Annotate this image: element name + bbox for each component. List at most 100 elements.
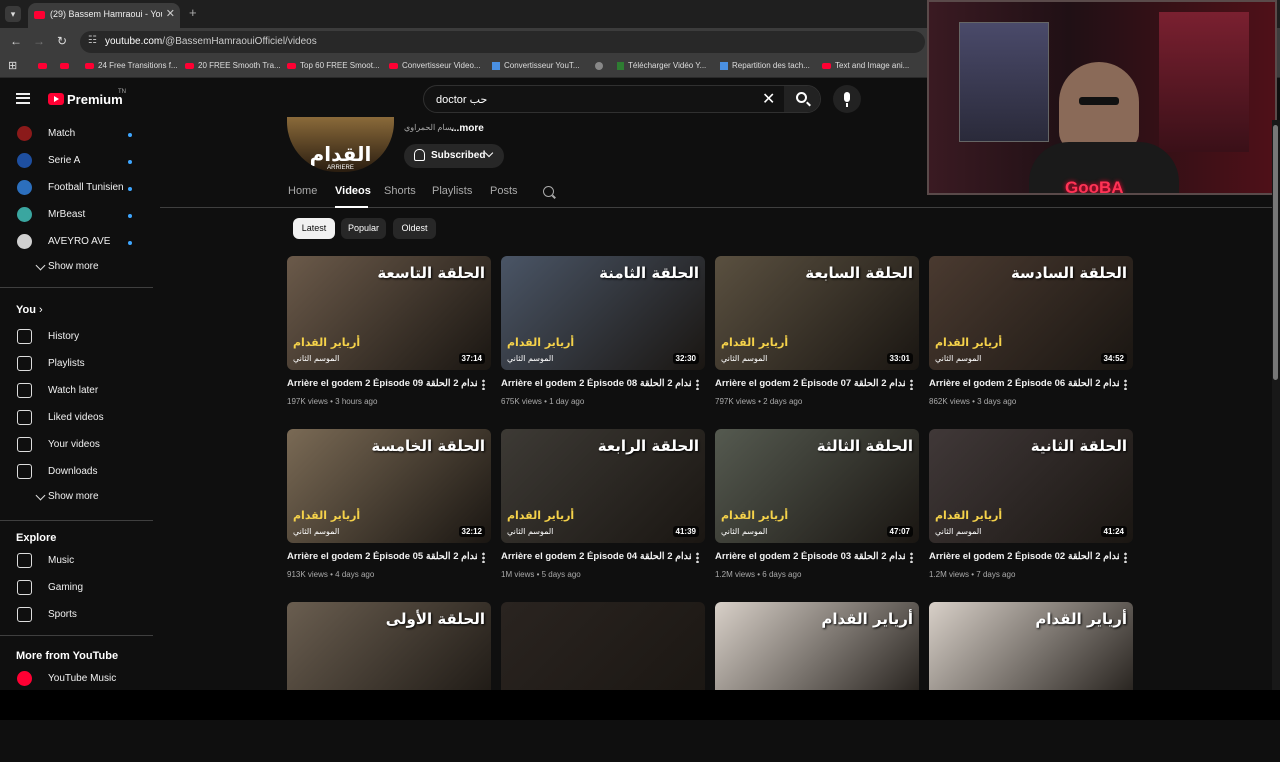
bookmark-item[interactable]: Convertisseur Video... <box>389 61 481 70</box>
sidebar-item-downloads[interactable]: Downloads <box>0 459 155 485</box>
more-actions-icon[interactable] <box>910 552 913 563</box>
more-actions-icon[interactable] <box>482 379 485 390</box>
video-card[interactable]: الحلقة الأولى <box>287 602 491 762</box>
search-button[interactable] <box>784 86 820 112</box>
video-card[interactable]: الحلقة الخامسة أرياير القدام الموسم الثاني… <box>287 429 491 589</box>
video-title[interactable]: Arrière el godem 2 Épisode 07 أرياير الق… <box>715 378 905 389</box>
sidebar-item-liked-videos[interactable]: Liked videos <box>0 405 155 431</box>
sidebar-item-show-more-you[interactable]: Show more <box>0 484 155 510</box>
video-thumbnail[interactable]: الحلقة السابعة أرياير القدام الموسم الثاني… <box>715 256 919 370</box>
bookmark-item[interactable] <box>60 61 73 70</box>
video-card[interactable]: الحلقة الثامنة أرياير القدام الموسم الثاني… <box>501 256 705 416</box>
subscribed-button[interactable]: Subscribed <box>404 144 504 168</box>
tab-home[interactable]: Home <box>288 185 317 197</box>
more-actions-icon[interactable] <box>696 379 699 390</box>
chip-latest[interactable]: Latest <box>293 218 335 239</box>
more-actions-icon[interactable] <box>696 552 699 563</box>
video-card[interactable]: الحلقة السادسة أرياير القدام الموسم الثاني… <box>929 256 1133 416</box>
sidebar-item-label: Show more <box>48 491 99 502</box>
you-heading[interactable]: You › <box>16 304 43 316</box>
sidebar-item-mrbeast[interactable]: MrBeast <box>0 202 155 228</box>
search-box[interactable]: doctor حب ✕ <box>423 85 821 113</box>
video-thumbnail[interactable]: الحلقة الثامنة أرياير القدام الموسم الثاني… <box>501 256 705 370</box>
browser-tab[interactable]: (29) Bassem Hamraoui - YouTube ✕ <box>28 3 180 28</box>
more-actions-icon[interactable] <box>1124 552 1127 563</box>
sidebar-item-your-videos[interactable]: Your videos <box>0 432 155 458</box>
video-title[interactable]: Arrière el godem 2 Épisode 05 أرياير الق… <box>287 551 477 562</box>
sidebar-item-show-more-subs[interactable]: Show more <box>0 254 155 280</box>
video-title[interactable]: Arrière el godem 2 Épisode 08 أرياير الق… <box>501 378 691 389</box>
video-thumbnail[interactable]: الحلقة التاسعة أرياير القدام الموسم الثاني… <box>287 256 491 370</box>
apps-grid-icon[interactable]: ⊞ <box>8 59 17 72</box>
sidebar-item-history[interactable]: History <box>0 324 155 350</box>
more-actions-icon[interactable] <box>910 379 913 390</box>
tab-playlists[interactable]: Playlists <box>432 185 472 197</box>
sidebar-item-playlists[interactable]: Playlists <box>0 351 155 377</box>
bookmark-item[interactable]: Convertisseur YouT... <box>492 61 580 70</box>
search-input[interactable]: doctor حب <box>436 93 487 106</box>
video-card[interactable]: الحلقة الرابعة أرياير القدام الموسم الثاني… <box>501 429 705 589</box>
sidebar-item-match[interactable]: Match <box>0 121 155 147</box>
video-card[interactable] <box>501 602 705 762</box>
video-card[interactable]: الحلقة الثالثة أرياير القدام الموسم الثاني… <box>715 429 919 589</box>
close-tab-icon[interactable]: ✕ <box>166 7 175 20</box>
forward-icon[interactable]: → <box>33 34 45 48</box>
youtube-logo-icon[interactable] <box>48 93 64 105</box>
more-link[interactable]: ...more <box>451 123 484 134</box>
bookmark-item[interactable] <box>38 61 51 70</box>
video-card[interactable]: الحلقة السابعة أرياير القدام الموسم الثاني… <box>715 256 919 416</box>
sidebar-item-watch-later[interactable]: Watch later <box>0 378 155 404</box>
video-meta: 1M views • 5 days ago <box>501 570 581 579</box>
bookmark-item[interactable]: Télécharger Vidéo Y... <box>617 61 706 70</box>
tab-search-icon[interactable]: ▾ <box>5 6 21 22</box>
more-actions-icon[interactable] <box>482 552 485 563</box>
sidebar-item-youtube-music[interactable]: YouTube Music <box>0 666 155 692</box>
sidebar-item-gaming[interactable]: Gaming <box>0 575 155 601</box>
reload-icon[interactable]: ↻ <box>57 34 67 48</box>
bookmark-item[interactable]: Text and Image ani... <box>822 61 909 70</box>
sidebar-item-aveyro-ave[interactable]: AVEYRO AVE <box>0 229 155 255</box>
tab-posts[interactable]: Posts <box>490 185 518 197</box>
video-title[interactable]: Arrière el godem 2 Épisode 09 أرياير الق… <box>287 378 477 389</box>
video-thumbnail[interactable]: الحلقة الثانية أرياير القدام الموسم الثاني… <box>929 429 1133 543</box>
sidebar-item-football-tunisien[interactable]: Football Tunisien <box>0 175 155 201</box>
bookmark-item[interactable]: 20 FREE Smooth Tra... <box>185 61 281 70</box>
tab-videos[interactable]: Videos <box>335 185 371 197</box>
bookmark-item[interactable]: Repartition des tach... <box>720 61 810 70</box>
channel-banner-avatar[interactable]: القدام ARRIERE <box>287 117 394 172</box>
video-title[interactable]: Arrière el godem 2 Épisode 02 أرياير الق… <box>929 551 1119 562</box>
bookmark-item[interactable]: Top 60 FREE Smoot... <box>287 61 380 70</box>
video-card[interactable]: الحلقة التاسعة أرياير القدام الموسم الثاني… <box>287 256 491 416</box>
channel-search-icon[interactable] <box>543 186 554 197</box>
voice-search-icon[interactable] <box>833 85 861 113</box>
video-card[interactable]: أرياير القدام <box>929 602 1133 762</box>
new-tab-icon[interactable]: + <box>189 5 197 20</box>
sidebar-item-sports[interactable]: Sports <box>0 602 155 628</box>
sidebar-item-music[interactable]: Music <box>0 548 155 574</box>
video-thumbnail[interactable]: الحلقة الثالثة أرياير القدام الموسم الثاني… <box>715 429 919 543</box>
video-title[interactable]: Arrière el godem 2 Épisode 06 أرياير الق… <box>929 378 1119 389</box>
scrollbar-thumb[interactable] <box>1273 125 1278 380</box>
tab-shorts[interactable]: Shorts <box>384 185 416 197</box>
chip-oldest[interactable]: Oldest <box>393 218 436 239</box>
omnibox[interactable]: ☷ youtube.com/@BassemHamraouiOfficiel/vi… <box>80 31 925 53</box>
menu-icon[interactable] <box>16 93 30 104</box>
thumbnail-show-title: أرياير القدام <box>935 336 1003 349</box>
channel-description[interactable]: بسام الحمراوي <box>404 123 454 132</box>
bookmark-item[interactable]: 24 Free Transitions f... <box>85 61 178 70</box>
video-thumbnail[interactable]: الحلقة السادسة أرياير القدام الموسم الثاني… <box>929 256 1133 370</box>
back-icon[interactable]: ← <box>10 34 22 48</box>
bookmark-item[interactable] <box>595 61 607 70</box>
site-info-icon[interactable]: ☷ <box>88 35 97 46</box>
video-card[interactable]: الحلقة الثانية أرياير القدام الموسم الثاني… <box>929 429 1133 589</box>
video-card[interactable]: أرياير القدام <box>715 602 919 762</box>
video-thumbnail[interactable]: الحلقة الخامسة أرياير القدام الموسم الثاني… <box>287 429 491 543</box>
more-actions-icon[interactable] <box>1124 379 1127 390</box>
video-title[interactable]: Arrière el godem 2 Épisode 04 أرياير الق… <box>501 551 691 562</box>
sidebar-item-serie-a[interactable]: Serie A <box>0 148 155 174</box>
logo-text[interactable]: Premium <box>67 92 123 107</box>
clear-search-icon[interactable]: ✕ <box>762 89 775 109</box>
video-thumbnail[interactable]: الحلقة الرابعة أرياير القدام الموسم الثاني… <box>501 429 705 543</box>
chip-popular[interactable]: Popular <box>341 218 386 239</box>
video-title[interactable]: Arrière el godem 2 Épisode 03 أرياير الق… <box>715 551 905 562</box>
